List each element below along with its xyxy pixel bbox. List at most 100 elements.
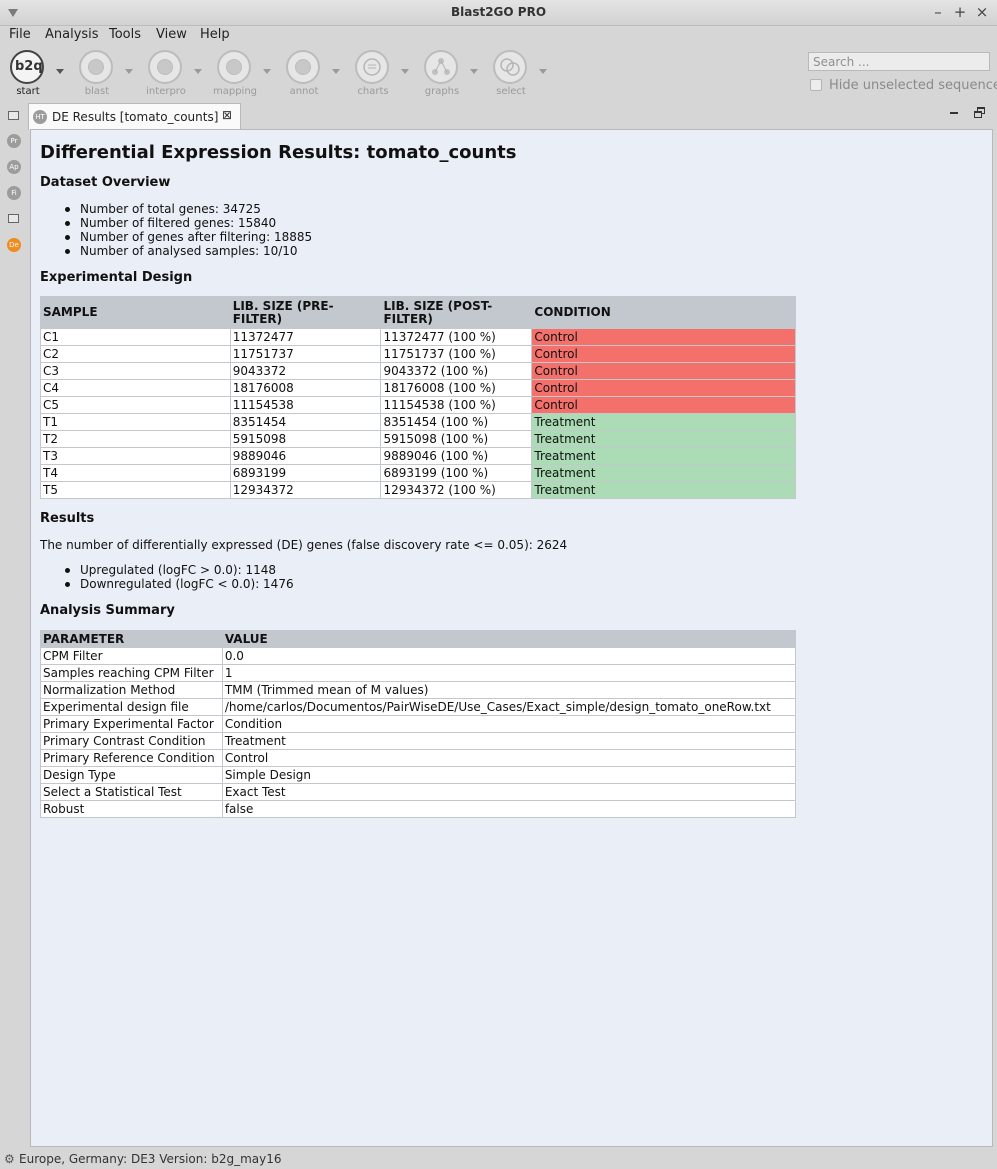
start-label: start [16,86,40,97]
b2g-start-icon: b2q [10,50,44,84]
pre-filter-cell: 6893199 [229,464,382,482]
table-row: T5 12934372 12934372 (100 %) Treatment [40,481,796,499]
value-cell: Control [221,749,797,767]
annot-label: annot [289,86,319,97]
sample-cell: T3 [40,447,231,465]
table-row: T1 8351454 8351454 (100 %) Treatment [40,413,796,431]
value-cell: /home/carlos/Documentos/PairWiseDE/Use_C… [221,698,797,716]
menu-tools[interactable]: Tools [109,27,141,42]
value-cell: TMM (Trimmed mean of M values) [221,681,797,699]
table-row: C2 11751737 11751737 (100 %) Control [40,345,796,363]
annot-icon [286,50,320,84]
condition-cell: Control [531,328,796,346]
tab-de-results[interactable]: HT DE Results [tomato_counts] ⊠ [28,103,241,130]
annot-button[interactable]: annot [284,50,324,100]
interpro-dropdown-arrow[interactable] [194,69,202,74]
blast-label: blast [84,86,110,97]
settings-gear-icon[interactable]: ⚙ [4,1152,15,1166]
menu-help[interactable]: Help [200,27,230,42]
project-view-icon[interactable]: Pr [7,134,21,148]
list-item: Number of analysed samples: 10/10 [64,244,312,258]
condition-cell: Treatment [531,447,796,465]
pre-filter-cell: 11154538 [229,396,382,414]
pre-filter-cell: 18176008 [229,379,382,397]
condition-cell: Control [531,345,796,363]
blast-button[interactable]: blast [77,50,117,100]
column-header: PARAMETER [40,630,223,648]
table-row: Samples reaching CPM Filter 1 [40,664,797,682]
restore-view-icon-2[interactable] [8,214,19,223]
sample-cell: C4 [40,379,231,397]
perspective-sidebar: Pr Ap Fi De [0,104,28,1147]
table-row: Normalization Method TMM (Trimmed mean of… [40,681,797,699]
table-row: C1 11372477 11372477 (100 %) Control [40,328,796,346]
post-filter-cell: 9889046 (100 %) [380,447,533,465]
parameter-cell: CPM Filter [40,647,223,665]
mapping-button[interactable]: mapping [213,50,257,100]
interpro-button[interactable]: interpro [146,50,186,100]
list-item: Number of genes after filtering: 18885 [64,230,312,244]
de-view-icon[interactable]: De [7,238,21,252]
file-view-icon[interactable]: Fi [7,186,21,200]
annot-dropdown-arrow[interactable] [332,69,340,74]
html-doc-icon: HT [33,110,47,124]
sample-cell: C1 [40,328,231,346]
blast-dropdown-arrow[interactable] [125,69,133,74]
pre-filter-cell: 12934372 [229,481,382,499]
condition-cell: Treatment [531,413,796,431]
condition-cell: Treatment [531,464,796,482]
search-input[interactable] [808,52,990,71]
sample-cell: C3 [40,362,231,380]
table-header-row: PARAMETER VALUE [40,630,797,648]
post-filter-cell: 8351454 (100 %) [380,413,533,431]
select-button[interactable]: select [491,50,531,100]
charts-label: charts [357,86,389,97]
list-item: Number of filtered genes: 15840 [64,216,312,230]
pre-filter-cell: 9889046 [229,447,382,465]
maximize-pane-icon[interactable] [974,107,986,119]
column-header: LIB. SIZE (POST-FILTER) [380,296,533,329]
minimize-button[interactable]: – [929,3,947,21]
table-header-row: SAMPLE LIB. SIZE (PRE-FILTER) LIB. SIZE … [40,296,796,329]
select-icon [493,50,527,84]
mapping-dropdown-arrow[interactable] [263,69,271,74]
value-cell: false [221,800,797,818]
post-filter-cell: 12934372 (100 %) [380,481,533,499]
parameter-cell: Select a Statistical Test [40,783,223,801]
start-button[interactable]: b2q start [8,50,48,100]
dataset-overview-heading: Dataset Overview [40,175,171,190]
select-dropdown-arrow[interactable] [539,69,547,74]
value-cell: Exact Test [221,783,797,801]
post-filter-cell: 9043372 (100 %) [380,362,533,380]
start-dropdown-arrow[interactable] [56,69,64,74]
value-cell: 1 [221,664,797,682]
table-row: Experimental design file/home/carlos/Doc… [40,698,797,716]
value-cell: 0.0 [221,647,797,665]
menu-view[interactable]: View [156,27,187,42]
sample-cell: T2 [40,430,231,448]
tab-close-icon[interactable]: ⊠ [222,108,232,122]
condition-cell: Treatment [531,430,796,448]
pre-filter-cell: 5915098 [229,430,382,448]
table-row: Primary Reference Condition Control [40,749,797,767]
graphs-button[interactable]: graphs [422,50,462,100]
minimize-pane-icon[interactable] [949,107,959,117]
hide-unselected-label: Hide unselected sequences [829,78,997,93]
overview-list: Number of total genes: 34725 Number of f… [64,202,312,258]
parameter-cell: Experimental design file [40,698,223,716]
graphs-dropdown-arrow[interactable] [470,69,478,74]
hide-unselected-checkbox[interactable] [810,79,822,91]
restore-view-icon[interactable] [8,111,19,120]
maximize-button[interactable]: + [951,3,969,21]
menu-file[interactable]: File [9,27,31,42]
table-row: Primary Contrast Condition Treatment [40,732,797,750]
column-header: LIB. SIZE (PRE-FILTER) [229,296,382,329]
mapping-icon [217,50,251,84]
de-results-view: Differential Expression Results: tomato_… [30,129,993,1147]
application-view-icon[interactable]: Ap [7,160,21,174]
charts-dropdown-arrow[interactable] [401,69,409,74]
menu-analysis[interactable]: Analysis [45,27,99,42]
charts-button[interactable]: charts [353,50,393,100]
close-window-button[interactable]: × [973,3,991,21]
sample-cell: T5 [40,481,231,499]
